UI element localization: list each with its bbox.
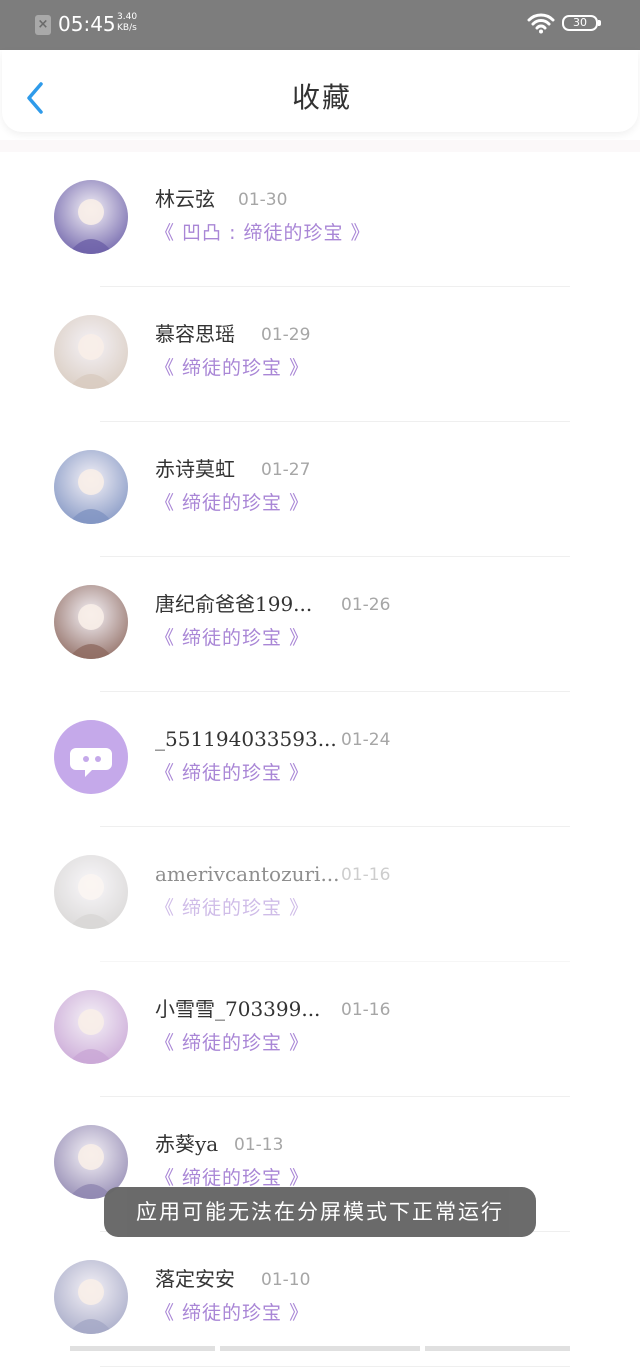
notification-icon: × [35,15,51,35]
wifi-icon [527,13,555,34]
list-item[interactable]: _551194033593... 01-24 《 缔徒的珍宝 》 [0,692,640,827]
date-label: 01-16 [341,1000,391,1020]
work-link[interactable]: 《 缔徒的珍宝 》 [155,1029,309,1057]
header-divider [0,140,640,152]
user-name: _551194033593... [155,727,337,751]
work-link[interactable]: 《 缔徒的珍宝 》 [155,894,309,922]
avatar[interactable] [54,585,128,659]
network-speed: 3.40 KB/s [117,12,137,34]
battery-icon: 30 [562,15,601,31]
avatar[interactable] [54,720,128,794]
chat-bubble-icon [54,720,128,794]
user-avatar-image [54,1260,128,1334]
avatar[interactable] [54,180,128,254]
user-avatar-image [54,315,128,389]
user-avatar-image [54,585,128,659]
list-item[interactable]: 唐纪俞爸爸199... 01-26 《 缔徒的珍宝 》 [0,557,640,692]
work-link[interactable]: 《 缔徒的珍宝 》 [155,489,309,517]
top-nav-bar: 收藏 [2,50,638,132]
list-item[interactable]: 慕容思瑶 01-29 《 缔徒的珍宝 》 [0,287,640,422]
page-title: 收藏 [291,81,352,114]
date-label: 01-13 [234,1135,284,1155]
user-avatar-image [54,450,128,524]
status-bar: × 05:45 3.40 KB/s 30 [0,0,640,50]
clock: 05:45 [58,12,116,36]
user-name: 赤葵ya [155,1132,219,1156]
avatar[interactable] [54,1260,128,1334]
avatar[interactable] [54,990,128,1064]
list-item[interactable]: 小雪雪_703399... 01-16 《 缔徒的珍宝 》 [0,962,640,1097]
date-label: 01-10 [261,1270,311,1290]
date-label: 01-30 [238,190,288,210]
user-name: 小雪雪_703399... [155,997,321,1021]
user-name: 林云弦 [155,187,215,211]
avatar[interactable] [54,450,128,524]
work-link[interactable]: 《 缔徒的珍宝 》 [155,759,309,787]
user-name: 唐纪俞爸爸199... [155,592,313,616]
user-name: 落定安安 [155,1267,235,1291]
user-avatar-image [54,855,128,929]
list-item[interactable]: 赤诗莫虹 01-27 《 缔徒的珍宝 》 [0,422,640,557]
list-item[interactable]: 林云弦 01-30 《 凹凸 : 缔徒的珍宝 》 [0,152,640,287]
bottom-edge [70,1346,570,1351]
work-link[interactable]: 《 缔徒的珍宝 》 [155,624,309,652]
work-link[interactable]: 《 缔徒的珍宝 》 [155,354,309,382]
date-label: 01-16 [341,865,391,885]
work-link[interactable]: 《 缔徒的珍宝 》 [155,1299,309,1327]
user-avatar-image [54,180,128,254]
speed-unit: KB/s [117,23,137,33]
avatar[interactable] [54,855,128,929]
split-screen-toast: 应用可能无法在分屏模式下正常运行 [104,1187,536,1237]
favorites-list: 林云弦 01-30 《 凹凸 : 缔徒的珍宝 》慕容思瑶 01-29 《 缔徒的珍宝 》… [0,152,640,1367]
avatar[interactable] [54,315,128,389]
user-name: 慕容思瑶 [155,322,235,346]
work-link[interactable]: 《 凹凸 : 缔徒的珍宝 》 [155,219,371,247]
date-label: 01-26 [341,595,391,615]
date-label: 01-29 [261,325,311,345]
speed-value: 3.40 [117,12,138,22]
date-label: 01-27 [261,460,311,480]
list-item[interactable]: amerivcantozuri... 01-16 《 缔徒的珍宝 》 [0,827,640,962]
user-name: amerivcantozuri... [155,862,340,886]
user-avatar-image [54,990,128,1064]
date-label: 01-24 [341,730,391,750]
user-name: 赤诗莫虹 [155,457,235,481]
